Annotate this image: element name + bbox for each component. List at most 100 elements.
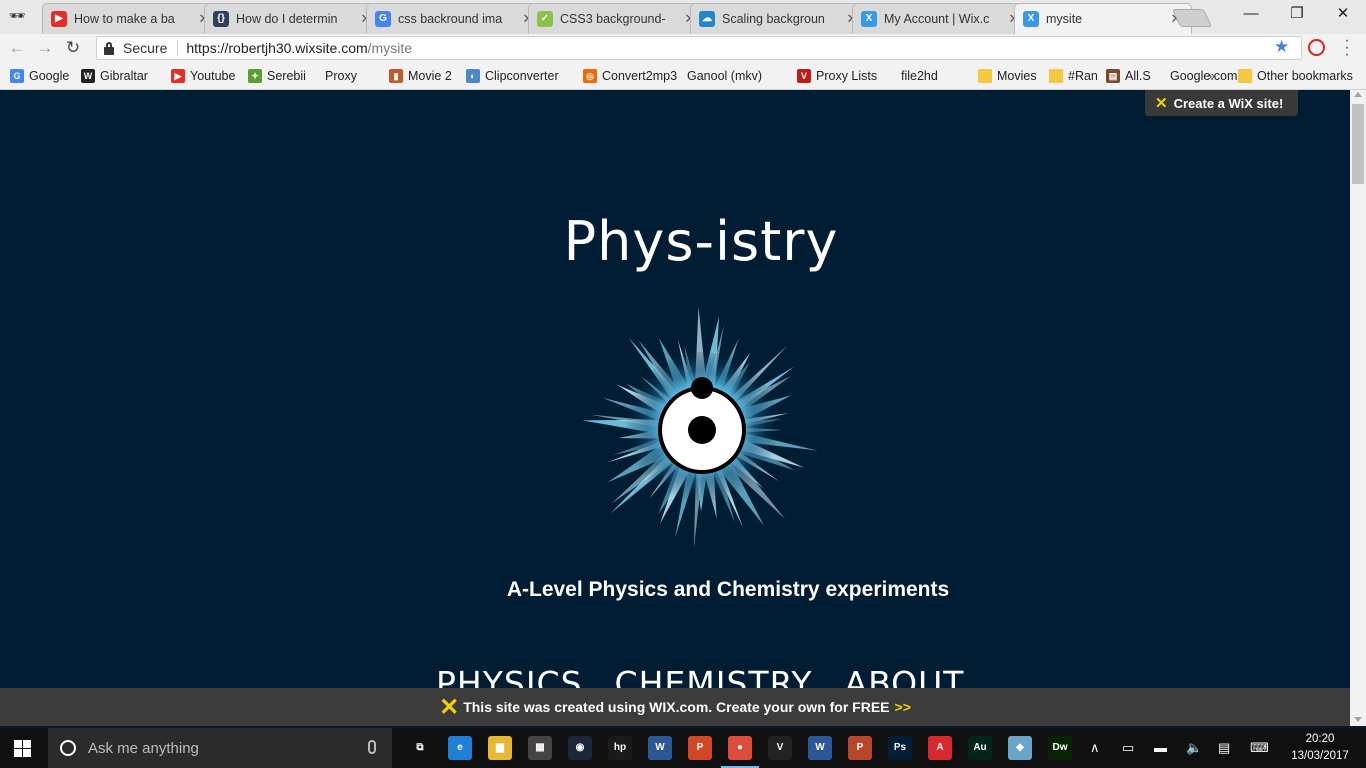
maximize-button[interactable]: ❐	[1274, 0, 1320, 30]
windows-taskbar: Ask me anything ⧉ e ▆ ▦ ◉ hp W P ● V W P Ps A Au ◆ Dw ∧ …	[0, 728, 1366, 768]
photoshop-icon[interactable]: Ps	[888, 736, 912, 760]
browser-tab[interactable]: XMy Account | Wix.c✕	[852, 3, 1030, 34]
starburst-logo	[582, 307, 818, 549]
bookmark-label: Google.com	[1170, 69, 1238, 83]
forward-button[interactable]: →	[34, 38, 56, 58]
bookmark-item[interactable]: V Proxy Lists	[797, 67, 877, 85]
page-viewport: ✕ Create a WiX site! Phys-istry A-Level …	[0, 90, 1350, 726]
movie-icon: ▮	[389, 69, 403, 83]
secure-label: Secure	[123, 40, 168, 56]
network-icon[interactable]: ▭	[1122, 740, 1134, 756]
clock-time: 20:20	[1305, 733, 1335, 745]
folder-icon	[1049, 69, 1063, 83]
powerpoint-2013-icon[interactable]: P	[688, 736, 712, 760]
edge-icon[interactable]: e	[448, 736, 472, 760]
folder-icon	[978, 69, 992, 83]
tab-title: Scaling backgroun	[722, 12, 825, 26]
chrome-menu-icon[interactable]: · · ·	[1342, 33, 1352, 63]
bookmark-label: Proxy	[325, 69, 357, 83]
back-button[interactable]: ←	[6, 38, 28, 58]
file-explorer-icon[interactable]: ▆	[488, 736, 512, 760]
bookmark-item[interactable]: Proxy	[325, 67, 357, 171]
bookmark-item[interactable]: G Google	[10, 67, 69, 85]
browser-tab[interactable]: Xmysite✕	[1014, 3, 1192, 34]
steam-icon[interactable]: ◉	[568, 736, 592, 760]
url-path: /mysite	[367, 40, 412, 56]
wix-logo-icon: ✕	[439, 693, 460, 721]
word-icon[interactable]: W	[808, 736, 832, 760]
browser-tab[interactable]: {}How do I determin✕	[204, 3, 382, 34]
dreamweaver-icon[interactable]: Dw	[1048, 736, 1072, 760]
keyboard-icon[interactable]: ⌨	[1250, 740, 1269, 756]
bookmark-item[interactable]: file2hd	[901, 67, 938, 171]
tab-title: CSS3 background-	[560, 12, 666, 26]
vectorworks-icon[interactable]: V	[768, 736, 792, 760]
bookmark-label: file2hd	[901, 69, 938, 83]
bookmark-label: Serebii	[267, 69, 306, 83]
tab-title: How do I determin	[236, 12, 338, 26]
google-icon: G	[10, 69, 24, 83]
lock-icon	[103, 41, 115, 55]
close-window-button[interactable]: ✕	[1320, 0, 1366, 30]
tab-title: How to make a ba	[74, 12, 175, 26]
bookmark-item[interactable]: ▤ All.S	[1106, 67, 1151, 85]
bookmark-item[interactable]: ✦ Serebii	[248, 67, 306, 85]
bookmark-label: Youtube	[190, 69, 236, 83]
tab-title: mysite	[1046, 12, 1083, 26]
extension-icon[interactable]	[1308, 39, 1325, 56]
bookmarks-overflow-button[interactable]: »	[1208, 67, 1215, 85]
battery-icon[interactable]: ▬	[1154, 740, 1167, 755]
browser-tab[interactable]: ▶How to make a ba✕	[42, 3, 220, 34]
convert-icon: ◎	[583, 69, 597, 83]
bookmark-label: Google	[29, 69, 70, 83]
acrobat-icon[interactable]: A	[928, 736, 952, 760]
chrome-icon[interactable]: ●	[728, 736, 752, 760]
address-bar[interactable]: Secure https://robertjh30.wixsite.com /m…	[96, 36, 1302, 60]
scroll-up-icon[interactable]	[1354, 92, 1362, 97]
page-scrollbar[interactable]	[1350, 90, 1366, 726]
volume-icon[interactable]: 🔈	[1186, 740, 1202, 756]
scrollbar-thumb[interactable]	[1352, 104, 1364, 184]
wix-banner-text: This site was created using WIX.com. Cre…	[463, 699, 890, 715]
bookmark-item[interactable]: ◎ Convert2mp3	[583, 67, 677, 85]
bookmark-item[interactable]: ◐ Clipconverter	[466, 67, 559, 85]
bookmark-item[interactable]: Movies	[978, 67, 1037, 85]
word-2013-icon[interactable]: W	[648, 736, 672, 760]
bookmark-item[interactable]: Google.com	[1170, 67, 1238, 171]
browser-tab[interactable]: Gcss backround ima✕	[366, 3, 544, 34]
site-tagline: A-Level Physics and Chemistry experiment…	[506, 578, 950, 601]
bookmark-item[interactable]: W Gibraltar	[81, 67, 148, 85]
audition-icon[interactable]: Au	[968, 736, 992, 760]
bookmark-star-icon[interactable]: ★	[1274, 37, 1289, 57]
clock-date: 13/03/2017	[1291, 750, 1349, 762]
reload-button[interactable]: ↻	[62, 38, 84, 58]
store-icon[interactable]: ▦	[528, 736, 552, 760]
action-center-icon[interactable]: ▤	[1218, 740, 1230, 756]
windows-start-button[interactable]	[14, 740, 32, 757]
hp-icon[interactable]: hp	[608, 736, 632, 760]
bookmark-label: Movie 2	[408, 69, 452, 83]
bookmark-item[interactable]: ▮ Movie 2	[389, 67, 452, 85]
bookmark-item[interactable]: ▶ Youtube	[171, 67, 235, 85]
taskbar-clock[interactable]: 20:20 13/03/2017	[1286, 731, 1354, 765]
create-wix-site-badge[interactable]: ✕ Create a WiX site!	[1145, 90, 1298, 116]
other-bookmarks[interactable]: Other bookmarks	[1238, 67, 1353, 85]
bookmark-label: All.S	[1125, 69, 1151, 83]
bookmark-item[interactable]: Ganool (mkv)	[687, 67, 762, 171]
bookmark-item[interactable]: #Ran	[1049, 67, 1098, 85]
scroll-down-icon[interactable]	[1354, 717, 1362, 722]
cortana-icon	[60, 740, 76, 756]
tab-title: css backround ima	[398, 12, 503, 26]
minimize-button[interactable]: —	[1228, 0, 1274, 30]
browser-tab[interactable]: ✓CSS3 background-✕	[528, 3, 706, 34]
wix-promo-banner[interactable]: ✕ This site was created using WIX.com. C…	[0, 688, 1350, 726]
browser-tab[interactable]: ☁Scaling backgroun✕	[690, 3, 868, 34]
cortana-search-box[interactable]: Ask me anything	[48, 728, 392, 768]
bookmark-label: Gibraltar	[100, 69, 148, 83]
bookmark-label: Convert2mp3	[602, 69, 678, 83]
task-view-icon[interactable]: ⧉	[408, 736, 432, 760]
microphone-icon[interactable]	[368, 740, 376, 754]
sticky-icon[interactable]: ◆	[1008, 736, 1032, 760]
show-hidden-icons-icon[interactable]: ∧	[1090, 740, 1100, 756]
powerpoint-icon[interactable]: P	[848, 736, 872, 760]
